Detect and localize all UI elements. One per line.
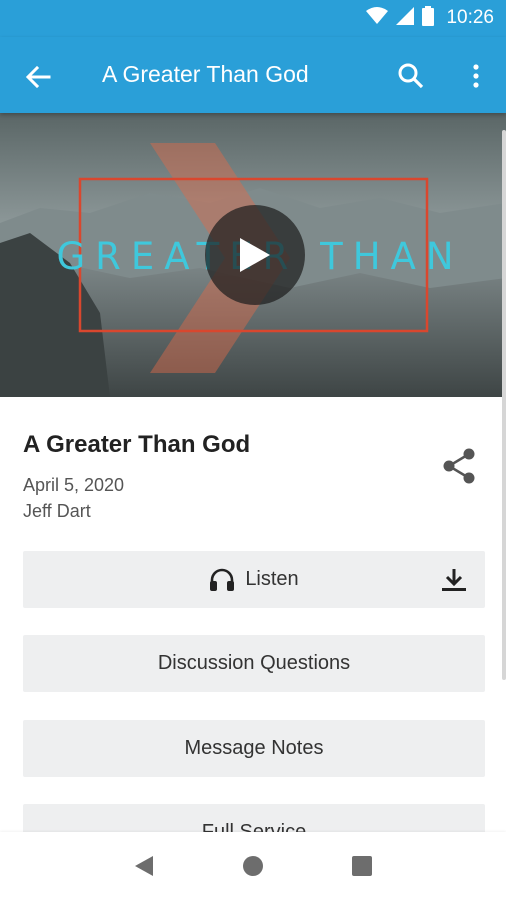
play-button[interactable] <box>205 205 305 305</box>
signal-icon <box>396 6 415 30</box>
battery-icon <box>422 5 435 31</box>
circle-home-icon <box>242 856 263 876</box>
scrollbar[interactable] <box>502 130 506 680</box>
more-options-button[interactable] <box>458 57 494 95</box>
navigation-bar <box>0 832 506 900</box>
app-bar: A Greater Than God <box>0 37 506 113</box>
discussion-questions-button[interactable]: Discussion Questions <box>23 635 485 692</box>
nav-back-button[interactable] <box>124 846 164 886</box>
more-vert-icon <box>473 64 479 88</box>
wifi-icon <box>366 6 389 30</box>
share-button[interactable] <box>440 447 478 485</box>
status-time: 10:26 <box>446 7 494 28</box>
video-thumbnail[interactable]: GREATER THAN <box>0 113 506 397</box>
listen-button[interactable]: Listen <box>23 551 485 608</box>
status-icons: 10:26 <box>366 5 494 31</box>
listen-label: Listen <box>245 568 299 590</box>
back-arrow-icon <box>25 66 51 88</box>
share-icon <box>443 448 475 484</box>
app-bar-title: A Greater Than God <box>102 61 309 87</box>
square-recents-icon <box>351 856 372 876</box>
play-icon <box>240 238 270 272</box>
status-bar: 10:26 <box>0 0 506 37</box>
sermon-title: A Greater Than God <box>23 431 251 458</box>
triangle-back-icon <box>135 856 154 876</box>
headphones-icon <box>210 568 235 591</box>
listen-button-content: Listen <box>209 568 299 592</box>
message-notes-label: Message Notes <box>184 737 324 759</box>
nav-home-button[interactable] <box>233 846 273 886</box>
sermon-date: April 5, 2020 <box>23 475 125 495</box>
download-icon <box>442 569 466 591</box>
search-button[interactable] <box>392 57 430 95</box>
sermon-speaker: Jeff Dart <box>23 501 91 521</box>
discussion-questions-label: Discussion Questions <box>157 652 351 674</box>
back-button[interactable] <box>20 59 56 95</box>
search-icon <box>398 63 424 89</box>
nav-recents-button[interactable] <box>342 846 382 886</box>
message-notes-button[interactable]: Message Notes <box>23 720 485 777</box>
download-button[interactable] <box>439 565 469 595</box>
